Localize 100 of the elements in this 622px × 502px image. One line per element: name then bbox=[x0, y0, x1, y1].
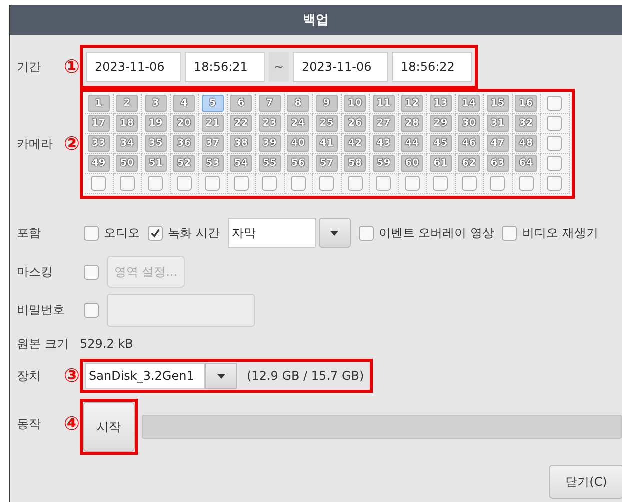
camera-button[interactable]: 8 bbox=[287, 95, 310, 112]
camera-button[interactable]: 23 bbox=[258, 115, 281, 132]
checkbox[interactable] bbox=[84, 226, 99, 240]
checkbox[interactable] bbox=[205, 176, 220, 191]
checkbox[interactable] bbox=[91, 176, 106, 191]
camera-button[interactable]: 13 bbox=[430, 95, 452, 112]
checkbox[interactable] bbox=[290, 176, 306, 191]
camera-button[interactable]: 53 bbox=[202, 155, 224, 172]
camera-button[interactable]: 48 bbox=[515, 135, 538, 152]
checkbox[interactable] bbox=[234, 176, 249, 191]
camera-button[interactable]: 10 bbox=[344, 95, 366, 112]
dropdown-field[interactable]: 자막 bbox=[228, 218, 316, 248]
camera-button[interactable]: 30 bbox=[458, 115, 480, 132]
camera-button[interactable]: 47 bbox=[486, 135, 509, 152]
checkbox[interactable] bbox=[319, 176, 334, 191]
camera-button[interactable]: 24 bbox=[287, 115, 310, 132]
camera-button[interactable]: 54 bbox=[230, 155, 252, 172]
camera-button[interactable]: 1 bbox=[88, 95, 110, 112]
checkbox[interactable] bbox=[84, 264, 99, 280]
camera-button[interactable]: 38 bbox=[230, 135, 252, 152]
checkbox[interactable] bbox=[547, 136, 562, 151]
field-label: 마스킹 bbox=[17, 264, 53, 280]
camera-button[interactable]: 7 bbox=[258, 95, 281, 112]
time-field[interactable]: 18:56:22 bbox=[392, 52, 472, 82]
checkbox[interactable] bbox=[547, 176, 562, 191]
checkbox[interactable] bbox=[148, 176, 164, 191]
capacity-text: (12.9 GB / 15.7 GB) bbox=[247, 369, 364, 383]
checkbox[interactable] bbox=[547, 96, 562, 111]
camera-button[interactable]: 21 bbox=[202, 115, 224, 132]
camera-button[interactable]: 61 bbox=[430, 155, 452, 172]
camera-button[interactable]: 16 bbox=[515, 95, 538, 112]
checkbox[interactable] bbox=[84, 302, 99, 318]
checkbox[interactable] bbox=[176, 176, 192, 191]
camera-button[interactable]: 43 bbox=[372, 135, 395, 152]
date-field[interactable]: 2023-11-06 bbox=[86, 52, 181, 82]
camera-button[interactable]: 41 bbox=[316, 135, 338, 152]
start-button[interactable]: 시작 bbox=[83, 402, 135, 452]
camera-button[interactable]: 32 bbox=[515, 115, 538, 132]
date-field[interactable]: 2023-11-06 bbox=[293, 52, 388, 82]
camera-button[interactable]: 26 bbox=[344, 115, 366, 132]
camera-button[interactable]: 12 bbox=[401, 95, 424, 112]
camera-button[interactable]: 35 bbox=[144, 135, 167, 152]
camera-button[interactable]: 4 bbox=[173, 95, 196, 112]
camera-button[interactable]: 18 bbox=[116, 115, 138, 132]
checkbox[interactable] bbox=[148, 226, 163, 240]
checkbox[interactable] bbox=[518, 176, 534, 191]
camera-button[interactable]: 14 bbox=[458, 95, 480, 112]
checkbox[interactable] bbox=[547, 156, 562, 171]
field-label: 비밀번호 bbox=[17, 302, 65, 318]
camera-button[interactable]: 51 bbox=[144, 155, 167, 172]
camera-button[interactable]: 58 bbox=[344, 155, 366, 172]
camera-button[interactable]: 34 bbox=[116, 135, 138, 152]
camera-button[interactable]: 31 bbox=[486, 115, 509, 132]
camera-button[interactable]: 52 bbox=[173, 155, 196, 172]
camera-button[interactable]: 40 bbox=[287, 135, 310, 152]
camera-button[interactable]: 33 bbox=[88, 135, 110, 152]
camera-button[interactable]: 42 bbox=[344, 135, 366, 152]
checkbox[interactable] bbox=[262, 176, 278, 191]
camera-button[interactable]: 44 bbox=[401, 135, 424, 152]
camera-button[interactable]: 15 bbox=[486, 95, 509, 112]
checkbox[interactable] bbox=[348, 176, 363, 191]
camera-button[interactable]: 46 bbox=[458, 135, 480, 152]
camera-button[interactable]: 27 bbox=[372, 115, 395, 132]
checkbox[interactable] bbox=[358, 226, 374, 240]
camera-button[interactable]: 11 bbox=[372, 95, 395, 112]
password-field[interactable] bbox=[107, 294, 255, 326]
camera-button[interactable]: 49 bbox=[88, 155, 110, 172]
time-field[interactable]: 18:56:21 bbox=[185, 52, 265, 82]
checkbox[interactable] bbox=[502, 226, 518, 240]
camera-button[interactable]: 5 bbox=[202, 95, 224, 112]
checkbox[interactable] bbox=[433, 176, 448, 191]
camera-button[interactable]: 17 bbox=[88, 115, 110, 132]
close-button[interactable]: 닫기(C) bbox=[549, 465, 622, 499]
dropdown-button[interactable] bbox=[318, 218, 351, 248]
camera-button[interactable]: 56 bbox=[287, 155, 310, 172]
camera-button[interactable]: 60 bbox=[401, 155, 424, 172]
camera-button[interactable]: 19 bbox=[144, 115, 167, 132]
camera-button[interactable]: 63 bbox=[486, 155, 509, 172]
camera-button[interactable]: 57 bbox=[316, 155, 338, 172]
checkbox[interactable] bbox=[462, 176, 477, 191]
camera-button[interactable]: 55 bbox=[258, 155, 281, 172]
camera-button[interactable]: 28 bbox=[401, 115, 424, 132]
camera-button[interactable]: 45 bbox=[430, 135, 452, 152]
camera-button[interactable]: 25 bbox=[316, 115, 338, 132]
camera-button[interactable]: 37 bbox=[202, 135, 224, 152]
camera-button[interactable]: 36 bbox=[173, 135, 196, 152]
dropdown-button[interactable] bbox=[205, 363, 237, 389]
camera-button[interactable]: 3 bbox=[144, 95, 167, 112]
checkbox[interactable] bbox=[404, 176, 420, 191]
device-dropdown-field[interactable]: SanDisk_3.2Gen1 bbox=[85, 363, 205, 389]
checkbox[interactable] bbox=[547, 116, 562, 131]
camera-button[interactable]: 20 bbox=[173, 115, 196, 132]
checkbox[interactable] bbox=[376, 176, 392, 191]
checkbox[interactable] bbox=[490, 176, 506, 191]
checkbox[interactable] bbox=[120, 176, 135, 191]
camera-button[interactable]: 50 bbox=[116, 155, 138, 172]
camera-button[interactable]: 64 bbox=[515, 155, 538, 172]
camera-button[interactable]: 62 bbox=[458, 155, 480, 172]
camera-button[interactable]: 6 bbox=[230, 95, 252, 112]
camera-button[interactable]: 59 bbox=[372, 155, 395, 172]
